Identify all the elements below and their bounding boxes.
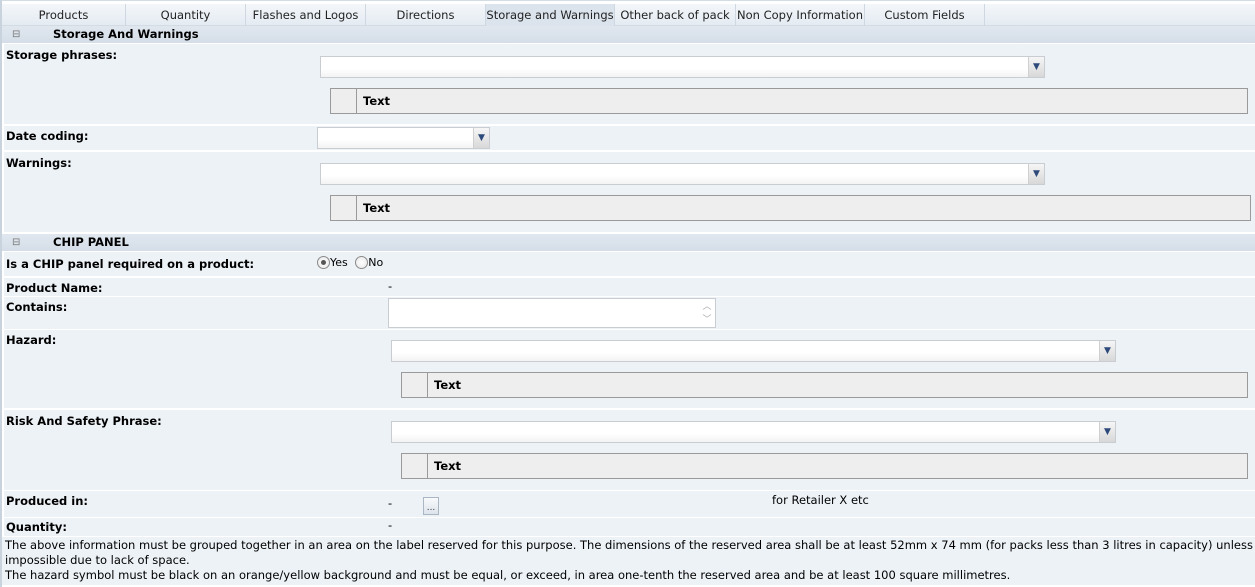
grid-column-header-text[interactable]: Text <box>363 196 390 220</box>
storage-phrases-label: Storage phrases: <box>6 48 118 62</box>
quantity-value: - <box>388 518 393 532</box>
risk-safety-grid: Text <box>401 453 1248 479</box>
chip-required-radio-group: Yes No <box>317 256 383 269</box>
chip-panel-header: ⊟ CHIP PANEL <box>2 234 1255 251</box>
produced-in-label: Produced in: <box>6 494 88 508</box>
risk-safety-select[interactable]: ▼ <box>391 421 1116 443</box>
chip-notes: The above information must be grouped to… <box>2 537 1255 585</box>
warnings-label: Warnings: <box>6 156 72 170</box>
scroll-up-icon[interactable]: ︿ <box>701 301 713 313</box>
tab-non-copy-information[interactable]: Non Copy Information <box>736 4 865 26</box>
quantity-label: Quantity: <box>6 520 67 534</box>
chevron-down-icon[interactable]: ▼ <box>1099 341 1115 361</box>
collapse-icon[interactable]: ⊟ <box>12 234 20 251</box>
risk-safety-label: Risk And Safety Phrase: <box>6 414 162 428</box>
section-title: CHIP PANEL <box>53 235 129 249</box>
chevron-down-icon[interactable]: ▼ <box>1028 164 1044 184</box>
chevron-down-icon[interactable]: ▼ <box>1028 57 1044 77</box>
product-name-value: - <box>388 279 393 293</box>
chevron-down-icon[interactable]: ▼ <box>473 128 489 148</box>
grid-column-header-text[interactable]: Text <box>434 373 461 397</box>
hazard-grid: Text <box>401 372 1248 398</box>
grid-select-column <box>402 454 428 478</box>
storage-and-warnings-header: ⊟ Storage And Warnings <box>2 26 1255 43</box>
hazard-row: Hazard: ▼ Text <box>4 330 1255 408</box>
quantity-row: Quantity: - <box>4 518 1255 536</box>
hazard-select[interactable]: ▼ <box>391 340 1116 362</box>
warnings-row: Warnings: ▼ Text <box>4 152 1255 232</box>
warnings-grid: Text <box>330 195 1251 221</box>
radio-yes[interactable] <box>317 256 330 269</box>
section-title: Storage And Warnings <box>53 27 199 41</box>
contains-row: Contains: ︿ ﹀ <box>4 297 1255 329</box>
tab-custom-fields[interactable]: Custom Fields <box>865 4 985 26</box>
grid-select-column <box>402 373 428 397</box>
produced-in-value: - <box>388 496 393 510</box>
tab-storage-and-warnings[interactable]: Storage and Warnings <box>486 4 615 26</box>
chevron-down-icon[interactable]: ▼ <box>1099 422 1115 442</box>
product-name-row: Product Name: - <box>4 278 1255 296</box>
grid-select-column <box>331 89 357 113</box>
radio-yes-label: Yes <box>330 256 348 269</box>
date-coding-select[interactable]: ▼ <box>317 127 490 149</box>
tab-quantity[interactable]: Quantity <box>126 4 246 26</box>
tab-bar: Products Quantity Flashes and Logos Dire… <box>2 4 1255 26</box>
grid-select-column <box>331 196 357 220</box>
scroll-down-icon[interactable]: ﹀ <box>701 314 713 326</box>
produced-in-browse-button[interactable]: ... <box>423 497 439 515</box>
radio-no-label: No <box>368 256 384 269</box>
contains-textarea[interactable]: ︿ ﹀ <box>388 298 716 328</box>
chip-required-label: Is a CHIP panel required on a product: <box>6 257 255 271</box>
warnings-select[interactable]: ▼ <box>320 163 1045 185</box>
risk-safety-row: Risk And Safety Phrase: ▼ Text <box>4 410 1255 490</box>
hazard-label: Hazard: <box>6 333 57 347</box>
storage-phrases-select[interactable]: ▼ <box>320 56 1045 78</box>
radio-no[interactable] <box>355 256 369 269</box>
tab-products[interactable]: Products <box>2 4 126 26</box>
produced-in-row: Produced in: - ... for Retailer X etc <box>4 491 1255 517</box>
note-line: The hazard symbol must be black on an or… <box>5 568 1011 582</box>
note-line: impossible due to lack of space. <box>5 553 190 567</box>
grid-column-header-text[interactable]: Text <box>434 454 461 478</box>
tab-directions[interactable]: Directions <box>366 4 486 26</box>
date-coding-label: Date coding: <box>6 129 89 143</box>
product-name-label: Product Name: <box>6 281 103 295</box>
date-coding-row: Date coding: ▼ <box>4 126 1255 150</box>
produced-in-suffix: for Retailer X etc <box>772 493 869 507</box>
contains-label: Contains: <box>6 300 68 314</box>
collapse-icon[interactable]: ⊟ <box>12 26 20 43</box>
note-line: The above information must be grouped to… <box>5 538 1255 552</box>
tab-other-back-of-pack[interactable]: Other back of pack <box>615 4 736 26</box>
chip-required-row: Is a CHIP panel required on a product: Y… <box>4 252 1255 276</box>
storage-phrases-row: Storage phrases: ▼ Text <box>4 44 1255 124</box>
grid-column-header-text[interactable]: Text <box>363 89 390 113</box>
tab-flashes-and-logos[interactable]: Flashes and Logos <box>246 4 366 26</box>
storage-phrases-grid: Text <box>330 88 1248 114</box>
